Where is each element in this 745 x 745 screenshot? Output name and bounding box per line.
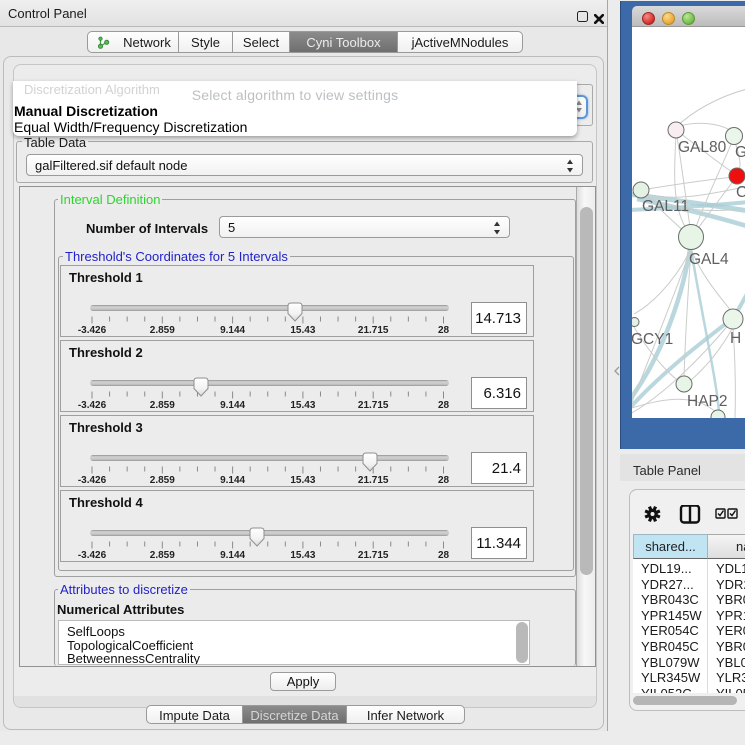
svg-text:GA: GA	[735, 144, 745, 161]
svg-text:C: C	[736, 184, 745, 201]
svg-text:GCY1: GCY1	[632, 331, 673, 348]
svg-text:HAP2: HAP2	[687, 393, 728, 410]
svg-text:GAL80: GAL80	[678, 139, 727, 156]
svg-text:GAL4: GAL4	[689, 251, 729, 268]
svg-text:GAL11: GAL11	[642, 198, 689, 215]
svg-text:H: H	[730, 330, 741, 347]
